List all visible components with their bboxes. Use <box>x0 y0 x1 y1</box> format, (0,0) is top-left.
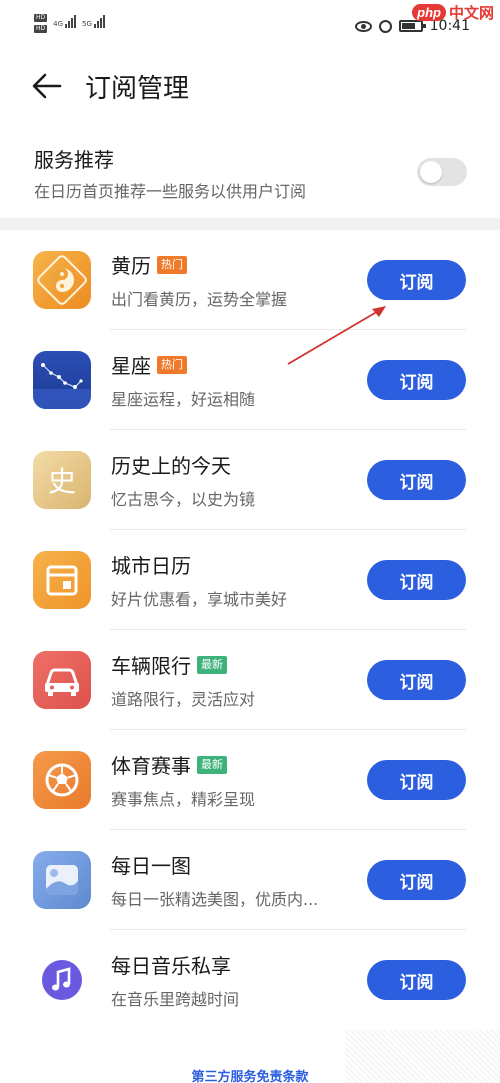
item-description: 赛事焦点，精彩呈现 <box>111 790 256 809</box>
sim-tags: HD HD <box>34 14 48 33</box>
signal-bars-icon <box>93 14 105 28</box>
item-title: 星座 热门 <box>111 350 187 379</box>
list-item: 黄历 热门 出门看黄历，运势全掌握 订阅 <box>0 230 500 330</box>
list-item: 每日一图 每日一张精选美图，优质内... 订阅 <box>0 830 500 930</box>
sim2-signal: 5G <box>82 14 105 28</box>
list-item: 体育赛事 最新 赛事焦点，精彩呈现 订阅 <box>0 730 500 830</box>
item-description: 在音乐里跨越时间 <box>111 990 240 1009</box>
item-title: 黄历 热门 <box>111 250 187 279</box>
eye-comfort-icon <box>354 20 372 32</box>
subscribe-button-daily-picture[interactable]: 订阅 <box>367 860 466 900</box>
list-item: 史 历史上的今天 忆古思今，以史为镜 订阅 <box>0 430 500 530</box>
sim2-tag: HD <box>34 25 48 33</box>
list-item: 星座 热门 星座运程，好运相随 订阅 <box>0 330 500 430</box>
item-title: 车辆限行 最新 <box>111 650 227 679</box>
signal-indicators: HD HD 4G 5G <box>34 14 105 33</box>
service-recommend-toggle[interactable] <box>417 158 467 186</box>
new-badge: 最新 <box>197 655 227 674</box>
subscribe-button-xingzuo[interactable]: 订阅 <box>367 360 466 400</box>
back-button[interactable] <box>30 70 66 102</box>
item-title: 城市日历 <box>111 550 191 579</box>
network-type-2: 5G <box>82 20 92 28</box>
toggle-knob <box>420 161 442 183</box>
subscribe-button-history[interactable]: 订阅 <box>367 460 466 500</box>
city-calendar-icon <box>33 551 91 609</box>
item-title: 每日音乐私享 <box>111 950 231 979</box>
subscribe-button-vehicle-limit[interactable]: 订阅 <box>367 660 466 700</box>
sim1-signal: 4G <box>53 14 77 28</box>
subscription-list: 黄历 热门 出门看黄历，运势全掌握 订阅 星座 热门 星座运程，好运相随 订阅 … <box>0 230 500 1030</box>
photo-icon <box>33 851 91 909</box>
item-title: 历史上的今天 <box>111 450 231 479</box>
third-party-terms-link[interactable]: 第三方服务免责条款 <box>0 1066 500 1083</box>
subscribe-button-daily-music[interactable]: 订阅 <box>367 960 466 1000</box>
section-divider <box>0 218 500 230</box>
item-title: 每日一图 <box>111 850 191 879</box>
page-header: 订阅管理 <box>0 60 500 112</box>
list-item: 车辆限行 最新 道路限行，灵活应对 订阅 <box>0 630 500 730</box>
item-title: 体育赛事 最新 <box>111 750 227 779</box>
item-name: 黄历 <box>111 254 151 278</box>
subscribe-button-sports[interactable]: 订阅 <box>367 760 466 800</box>
signal-bars-icon <box>65 14 77 28</box>
service-recommend-setting: 服务推荐 在日历首页推荐一些服务以供用户订阅 <box>0 140 500 210</box>
item-description: 道路限行，灵活应对 <box>111 690 256 709</box>
page-title: 订阅管理 <box>85 74 190 104</box>
car-icon <box>33 651 91 709</box>
list-item: 城市日历 好片优惠看，享城市美好 订阅 <box>0 530 500 630</box>
constellation-icon <box>33 351 91 409</box>
hot-badge: 热门 <box>157 355 187 374</box>
subscribe-button-city-calendar[interactable]: 订阅 <box>367 560 466 600</box>
item-description: 星座运程，好运相随 <box>111 390 256 409</box>
history-icon-glyph: 史 <box>47 465 76 498</box>
new-badge: 最新 <box>197 755 227 774</box>
music-note-icon <box>33 951 91 1009</box>
hot-badge: 热门 <box>157 255 187 274</box>
item-description: 每日一张精选美图，优质内... <box>111 890 319 909</box>
item-description: 好片优惠看，享城市美好 <box>111 590 288 609</box>
service-recommend-title: 服务推荐 <box>34 148 114 172</box>
item-description: 忆古思今，以史为镜 <box>111 490 256 509</box>
history-scroll-icon: 史 <box>33 451 91 509</box>
item-name: 体育赛事 <box>111 754 191 778</box>
yin-yang-icon <box>33 251 91 309</box>
football-icon <box>33 751 91 809</box>
subscribe-button-huangli[interactable]: 订阅 <box>367 260 466 300</box>
item-name: 每日音乐私享 <box>111 954 231 978</box>
list-item: 每日音乐私享 在音乐里跨越时间 订阅 <box>0 930 500 1030</box>
item-name: 星座 <box>111 354 151 378</box>
item-name: 历史上的今天 <box>111 454 231 478</box>
watermark-cn: 中文网 <box>448 4 494 22</box>
service-recommend-description: 在日历首页推荐一些服务以供用户订阅 <box>34 182 307 201</box>
item-name: 每日一图 <box>111 854 191 878</box>
site-watermark: php 中文网 <box>412 2 494 23</box>
back-arrow-icon <box>32 73 62 99</box>
watermark-php: php <box>412 4 446 21</box>
item-description: 出门看黄历，运势全掌握 <box>111 290 288 309</box>
item-name: 城市日历 <box>111 554 191 578</box>
item-name: 车辆限行 <box>111 654 191 678</box>
alarm-icon <box>378 19 392 33</box>
network-type-1: 4G <box>53 20 64 28</box>
sim1-tag: HD <box>34 14 48 22</box>
